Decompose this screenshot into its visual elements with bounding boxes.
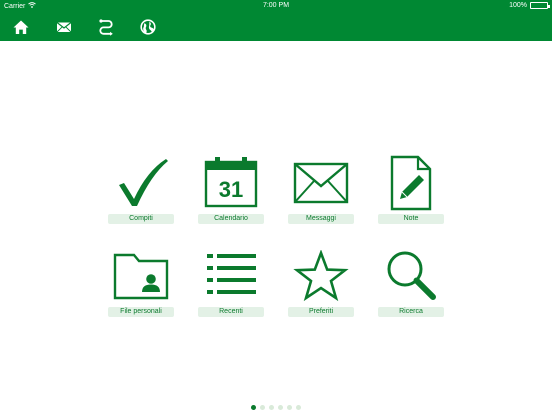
page-dot[interactable] <box>287 405 292 410</box>
page-dot[interactable] <box>251 405 256 410</box>
page-dot[interactable] <box>269 405 274 410</box>
note-pencil-icon <box>381 155 441 210</box>
calendar-day: 31 <box>219 177 243 202</box>
tile-label-preferiti: Preferiti <box>288 307 354 317</box>
tile-label-recenti: Recenti <box>198 307 264 317</box>
page-dot[interactable] <box>260 405 265 410</box>
toolbar <box>0 12 552 41</box>
star-icon <box>291 248 351 303</box>
header-bar: Carrier 7:00 PM 100% <box>0 0 552 41</box>
tile-compiti[interactable]: Compiti <box>105 155 177 241</box>
mail-icon[interactable] <box>55 18 73 36</box>
page-dot[interactable] <box>296 405 301 410</box>
globe-icon[interactable] <box>139 18 157 36</box>
tile-label-file-personali: File personali <box>108 307 174 317</box>
battery-percent: 100% <box>509 2 527 9</box>
tile-recenti[interactable]: Recenti <box>195 248 267 334</box>
status-time: 7:00 PM <box>262 2 290 9</box>
page-indicator <box>0 405 552 410</box>
battery-icon <box>530 2 550 9</box>
tile-label-ricerca: Ricerca <box>378 307 444 317</box>
tile-calendario[interactable]: 31 Calendario <box>195 155 267 241</box>
tile-messaggi[interactable]: Messaggi <box>285 155 357 241</box>
status-bar: Carrier 7:00 PM 100% <box>0 0 552 12</box>
page-dot[interactable] <box>278 405 283 410</box>
magnifier-icon <box>381 248 441 303</box>
tile-note[interactable]: Note <box>375 155 447 241</box>
route-icon[interactable] <box>97 18 115 36</box>
tile-label-messaggi: Messaggi <box>288 214 354 224</box>
status-right: 100% <box>509 2 550 9</box>
list-icon <box>201 248 261 303</box>
tile-label-calendario: Calendario <box>198 214 264 224</box>
calendar-icon: 31 <box>201 155 261 210</box>
tile-label-compiti: Compiti <box>108 214 174 224</box>
envelope-icon <box>291 155 351 210</box>
home-icon[interactable] <box>12 18 30 36</box>
tile-ricerca[interactable]: Ricerca <box>375 248 447 334</box>
tile-file-personali[interactable]: File personali <box>105 248 177 334</box>
tile-label-note: Note <box>378 214 444 224</box>
tile-preferiti[interactable]: Preferiti <box>285 248 357 334</box>
personal-folder-icon <box>111 248 171 303</box>
checkmark-icon <box>111 155 171 210</box>
